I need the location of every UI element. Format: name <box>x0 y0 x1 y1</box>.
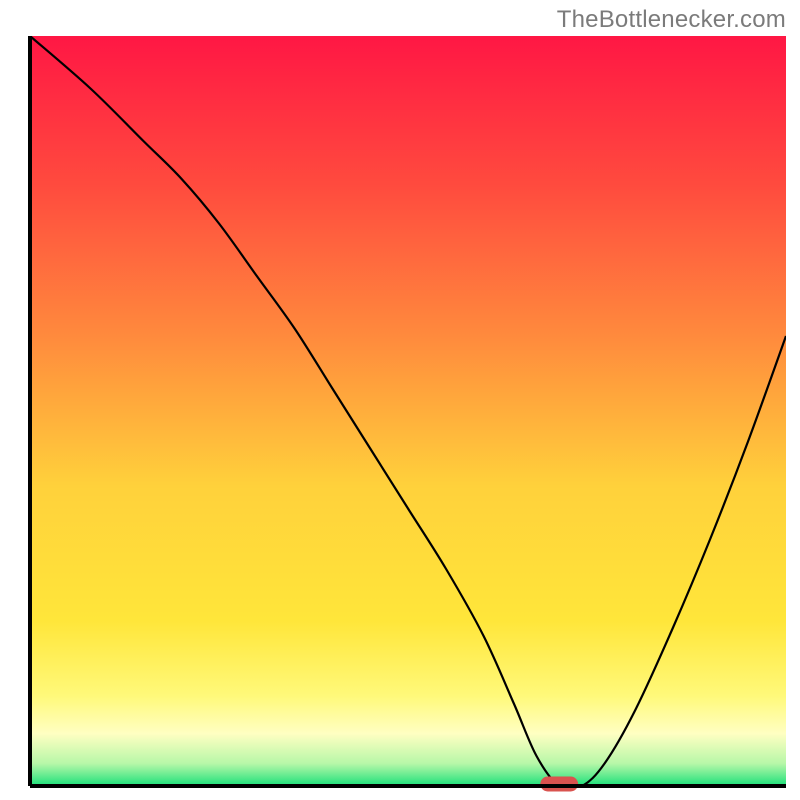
plot-background <box>30 36 786 786</box>
bottleneck-chart: TheBottlenecker.com <box>0 0 800 800</box>
chart-svg <box>0 0 800 800</box>
attribution-text: TheBottlenecker.com <box>557 6 786 34</box>
